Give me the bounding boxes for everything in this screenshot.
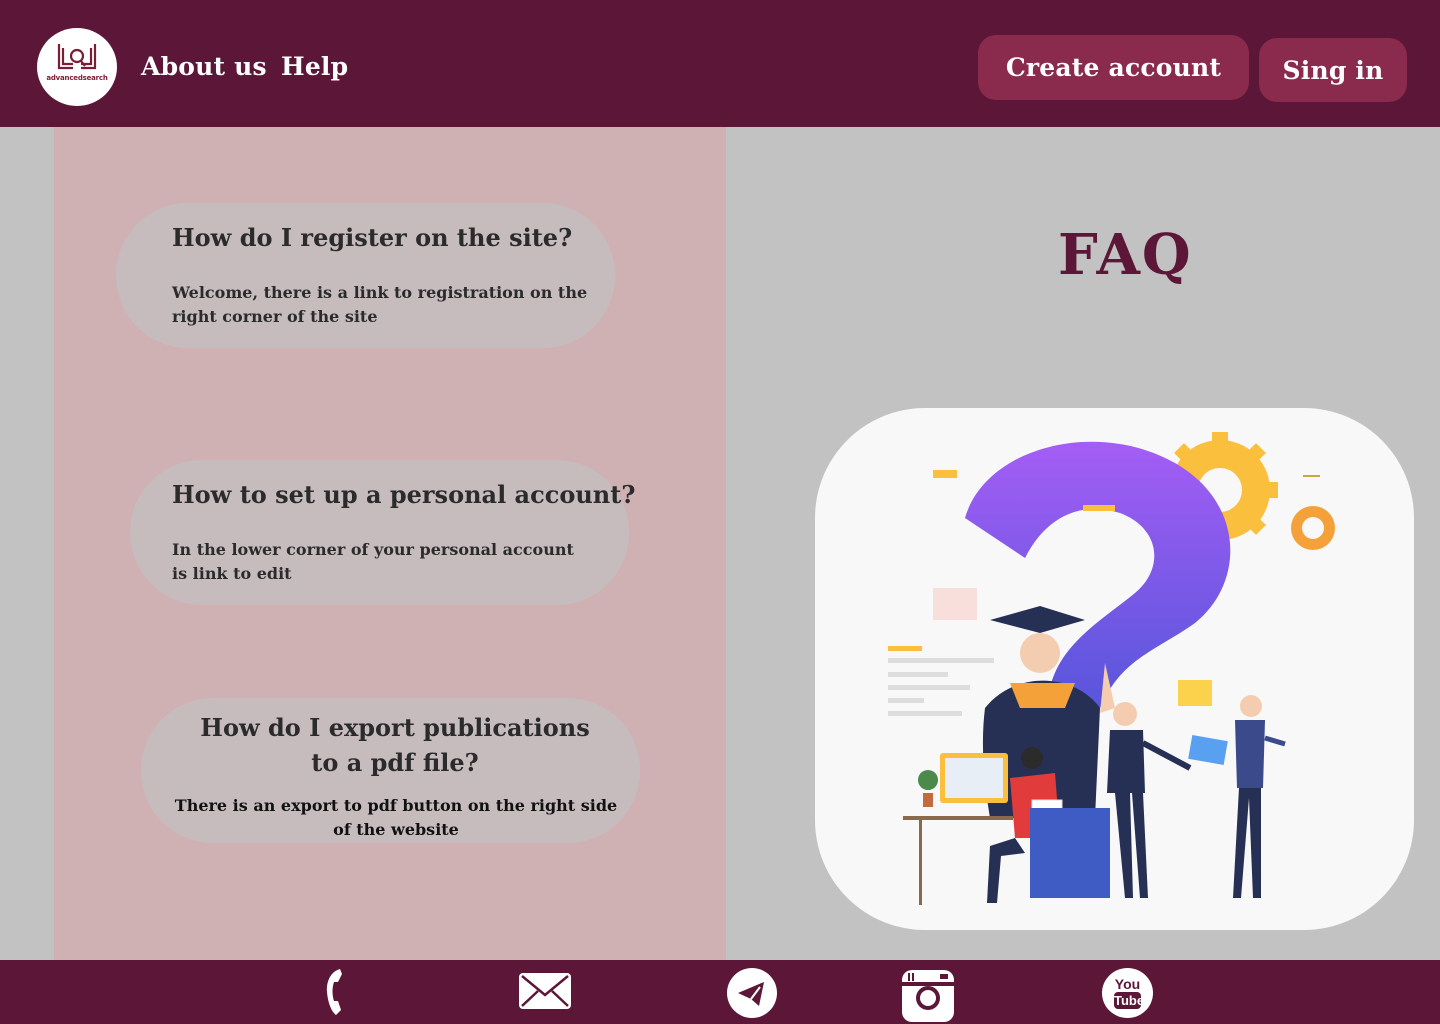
instagram-icon[interactable] <box>902 970 954 1022</box>
faq-answer: In the lower corner of your personal acc… <box>172 540 574 583</box>
book-search-logo-icon <box>57 44 97 70</box>
nav-about-us[interactable]: About us <box>141 52 267 81</box>
faq-question-line1: How do I export publications <box>200 713 590 742</box>
youtube-tube-badge: Tube <box>1114 992 1145 1009</box>
faq-card-personal-account[interactable]: How to set up a personal account? In the… <box>130 460 635 605</box>
faq-illustration <box>815 408 1414 930</box>
site-logo[interactable]: advancedsearch <box>37 28 117 106</box>
footer-bar: You Tube <box>0 960 1440 1024</box>
faq-question: How do I register on the site? <box>172 223 573 252</box>
create-account-button[interactable]: Create account <box>978 35 1249 100</box>
sign-in-button[interactable]: Sing in <box>1259 38 1407 102</box>
logo-text: advancedsearch <box>46 74 108 82</box>
faq-question: How to set up a personal account? <box>172 480 636 509</box>
faq-card-export-pdf[interactable]: How do I export publications to a pdf fi… <box>141 698 640 843</box>
nav-help[interactable]: Help <box>281 52 348 81</box>
mail-icon[interactable] <box>519 973 571 1009</box>
page-title: FAQ <box>1058 222 1193 288</box>
faq-question-line2: to a pdf file? <box>311 748 479 777</box>
faq-answer: There is an export to pdf button on the … <box>174 796 618 839</box>
faq-answer: Welcome, there is a link to registration… <box>172 283 588 326</box>
small-gear-icon <box>1291 506 1335 550</box>
youtube-text: You <box>1114 976 1141 992</box>
youtube-icon[interactable]: You Tube <box>1102 968 1153 1018</box>
faq-card-register[interactable]: How do I register on the site? Welcome, … <box>116 203 615 348</box>
top-header: advancedsearch About us Help Create acco… <box>0 0 1440 127</box>
telegram-icon[interactable] <box>727 968 777 1018</box>
question-mark-team-illustration <box>888 432 1335 905</box>
phone-icon[interactable] <box>322 966 352 1018</box>
